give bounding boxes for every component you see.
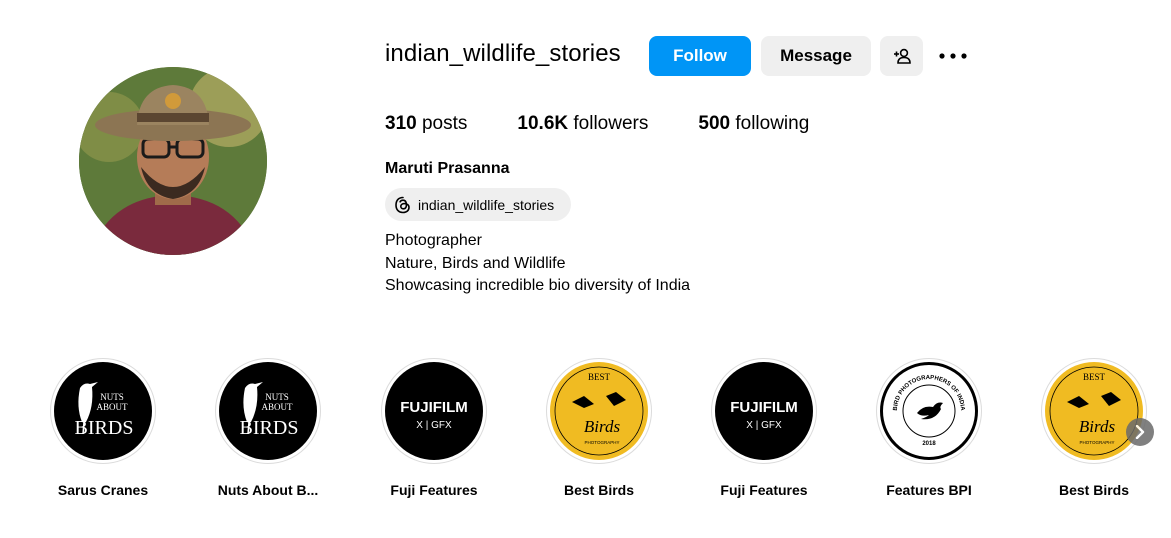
svg-text:X | GFX: X | GFX — [746, 420, 782, 431]
svg-text:NUTS: NUTS — [100, 392, 124, 402]
highlight-cover: FUJIFILM X | GFX — [381, 358, 487, 464]
svg-text:FUJIFILM: FUJIFILM — [400, 399, 468, 416]
svg-text:BIRDS: BIRDS — [240, 417, 299, 439]
svg-text:ABOUT: ABOUT — [262, 402, 294, 412]
bird-photographers-of-india-logo: BIRD PHOTOGRAPHERS OF INDIA 2018 — [893, 375, 965, 447]
following-label: following — [735, 113, 810, 134]
followers-count: 10.6K — [517, 113, 569, 134]
follow-button[interactable]: Follow — [649, 36, 751, 76]
profile-username: indian_wildlife_stories — [385, 40, 621, 67]
story-highlights: NUTS ABOUT BIRDS Sarus Cranes NUTS ABOUT… — [50, 358, 1171, 508]
best-birds-logo: BEST Birds PHOTOGRAPHY — [554, 366, 644, 456]
svg-text:X | GFX: X | GFX — [416, 420, 452, 431]
svg-text:2018: 2018 — [922, 441, 936, 447]
threads-link[interactable]: indian_wildlife_stories — [385, 188, 571, 221]
person-add-icon — [893, 48, 911, 64]
highlight-item[interactable]: FUJIFILM X | GFX Fuji Features — [381, 358, 487, 498]
posts-stat: 310 posts — [385, 113, 467, 135]
svg-text:PHOTOGRAPHY: PHOTOGRAPHY — [585, 440, 620, 445]
highlight-item[interactable]: NUTS ABOUT BIRDS Sarus Cranes — [50, 358, 156, 498]
svg-text:Birds: Birds — [1079, 417, 1116, 436]
highlight-cover: FUJIFILM X | GFX — [711, 358, 817, 464]
followers-label: followers — [573, 113, 649, 134]
bio-line: Photographer — [385, 232, 482, 249]
posts-count: 310 — [385, 113, 417, 134]
highlight-cover: NUTS ABOUT BIRDS — [50, 358, 156, 464]
more-options-button[interactable] — [937, 45, 969, 67]
svg-text:Birds: Birds — [584, 417, 621, 436]
highlight-label: Best Birds — [563, 482, 635, 498]
fujifilm-logo: FUJIFILM X | GFX — [730, 399, 798, 431]
highlight-item[interactable]: FUJIFILM X | GFX Fuji Features — [711, 358, 817, 498]
highlight-label: Features BPI — [886, 482, 972, 498]
posts-label: posts — [421, 113, 468, 134]
svg-text:FUJIFILM: FUJIFILM — [730, 399, 798, 416]
add-user-button[interactable] — [880, 36, 923, 76]
fujifilm-logo: FUJIFILM X | GFX — [400, 399, 468, 431]
highlight-label: Nuts About B... — [217, 482, 319, 498]
highlight-item[interactable]: BEST Birds PHOTOGRAPHY Best Birds — [546, 358, 652, 498]
svg-text:NUTS: NUTS — [265, 392, 289, 402]
profile-full-name: Maruti Prasanna — [385, 160, 510, 177]
bio-line: Showcasing incredible bio diversity of I… — [385, 277, 691, 294]
bio-line: Nature, Birds and Wildlife — [385, 254, 566, 272]
highlight-cover: BEST Birds PHOTOGRAPHY — [1041, 358, 1147, 464]
more-options-icon — [939, 53, 967, 59]
svg-text:BIRDS: BIRDS — [75, 417, 134, 439]
highlight-cover: NUTS ABOUT BIRDS — [215, 358, 321, 464]
highlight-label: Fuji Features — [720, 482, 808, 498]
highlights-next-button[interactable] — [1126, 418, 1154, 446]
following-stat[interactable]: 500 following — [698, 113, 809, 135]
profile-stats: 310 posts 10.6K followers 500 following — [385, 113, 859, 135]
threads-handle: indian_wildlife_stories — [418, 196, 555, 213]
highlight-cover: BEST Birds PHOTOGRAPHY — [546, 358, 652, 464]
svg-text:PHOTOGRAPHY: PHOTOGRAPHY — [1080, 440, 1115, 445]
nuts-about-birds-logo: NUTS ABOUT BIRDS — [75, 382, 134, 439]
nuts-about-birds-logo: NUTS ABOUT BIRDS — [240, 382, 299, 439]
profile-avatar[interactable] — [79, 67, 267, 255]
svg-text:BEST: BEST — [1083, 372, 1106, 382]
threads-icon — [395, 196, 410, 213]
highlight-label: Best Birds — [1058, 482, 1130, 498]
message-button[interactable]: Message — [761, 36, 871, 76]
chevron-right-icon — [1135, 425, 1145, 439]
followers-stat[interactable]: 10.6K followers — [517, 113, 648, 135]
avatar-photo — [79, 67, 267, 255]
highlight-label: Fuji Features — [390, 482, 478, 498]
profile-bio: Photographer Nature, Birds and Wildlife … — [385, 230, 690, 298]
highlight-label: Sarus Cranes — [57, 482, 149, 498]
highlight-cover: BIRD PHOTOGRAPHERS OF INDIA 2018 — [876, 358, 982, 464]
highlight-item[interactable]: NUTS ABOUT BIRDS Nuts About B... — [215, 358, 321, 498]
highlight-item[interactable]: BIRD PHOTOGRAPHERS OF INDIA 2018 Feature… — [876, 358, 982, 498]
following-count: 500 — [698, 113, 731, 134]
best-birds-logo: BEST Birds PHOTOGRAPHY — [1049, 366, 1139, 456]
svg-text:BEST: BEST — [588, 372, 611, 382]
svg-text:ABOUT: ABOUT — [97, 402, 129, 412]
